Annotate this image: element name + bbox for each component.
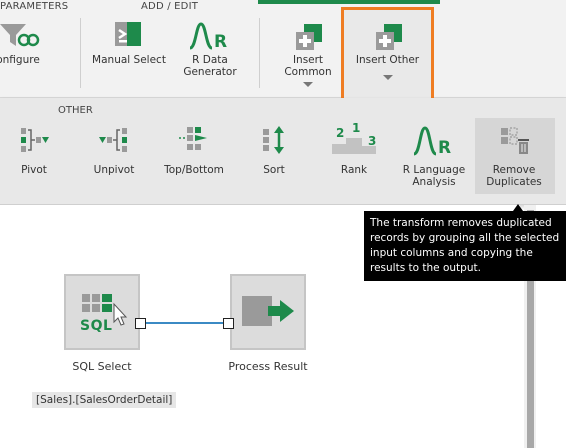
rank-digit-2: 2 (336, 126, 345, 140)
filter-link-icon (0, 24, 40, 47)
other-group-label: OTHER (58, 105, 93, 116)
insert-other-content: Insert Other (344, 14, 431, 80)
sql-select-label: SQL Select (72, 360, 132, 373)
configure-label: onfigure (0, 54, 40, 66)
top-bottom-label: Top/Bottom (164, 164, 224, 176)
insert-other-dropdown-panel: OTHER Pivot Unpivot Top/Bottom Sort Rank… (0, 98, 566, 205)
pivot-icon (21, 128, 49, 152)
chevron-down-icon (303, 82, 313, 87)
r-language-label-2: Analysis (412, 176, 456, 188)
insert-other-label: Insert Other (355, 54, 420, 66)
remove-duplicates-label-1: Remove (492, 164, 536, 176)
unpivot-label: Unpivot (93, 164, 135, 176)
sort-button[interactable]: Sort (238, 120, 310, 176)
group-label-parameters: PARAMETERS (0, 1, 69, 12)
manual-select-label: Manual Select (92, 54, 166, 66)
sql-select-node[interactable]: SQL (64, 274, 140, 350)
ribbon-separator (259, 18, 260, 88)
remove-duplicates-label-2: Duplicates (486, 176, 542, 188)
insert-other-button[interactable]: Insert Other (341, 7, 434, 101)
r-curve-icon: R (413, 126, 451, 156)
insert-common-button[interactable]: Insert Common (275, 14, 341, 87)
unpivot-button[interactable]: Unpivot (78, 120, 150, 176)
r-data-label-1: R Data (192, 54, 228, 66)
svg-text:R: R (214, 32, 227, 50)
r-data-label-2: Generator (183, 66, 237, 78)
output-port[interactable] (135, 318, 146, 329)
sort-arrows-icon (263, 126, 284, 154)
rank-digit-3: 3 (368, 134, 377, 148)
chevron-down-icon (382, 75, 393, 80)
svg-text:R: R (438, 138, 451, 156)
manual-select-button[interactable]: Manual Select (92, 14, 166, 66)
sql-icon-text: SQL (80, 318, 113, 334)
tooltip-arrow (513, 204, 523, 211)
r-language-label-1: R Language (402, 164, 466, 176)
group-label-add-edit: ADD / EDIT (141, 1, 199, 12)
process-result-node[interactable] (230, 274, 306, 350)
remove-duplicates-button[interactable]: Remove Duplicates (478, 120, 550, 188)
r-data-generator-button[interactable]: R R Data Generator (178, 14, 242, 78)
node-connector[interactable] (146, 322, 224, 324)
insert-common-label-1: Insert (292, 54, 324, 66)
r-language-analysis-button[interactable]: R R Language Analysis (398, 120, 470, 188)
insert-plus-icon (296, 24, 322, 50)
r-curve-icon: R (189, 22, 227, 50)
process-result-icon (242, 296, 294, 326)
ribbon-toolbar: PARAMETERS ADD / EDIT onfigure Manual Se… (0, 0, 566, 101)
active-group-strip (258, 0, 440, 4)
input-port[interactable] (223, 318, 234, 329)
pivot-label: Pivot (21, 164, 47, 176)
configure-button[interactable]: onfigure (0, 14, 46, 66)
rank-digit-1: 1 (352, 121, 361, 135)
top-bottom-button[interactable]: Top/Bottom (158, 120, 230, 176)
rank-label: Rank (340, 164, 368, 176)
pivot-button[interactable]: Pivot (0, 120, 70, 176)
process-result-label: Process Result (228, 360, 308, 373)
unpivot-icon (99, 128, 127, 152)
top-bottom-icon (179, 127, 207, 150)
sql-select-icon (82, 294, 128, 326)
ribbon-separator (80, 18, 81, 88)
sql-table-caption: [Sales].[SalesOrderDetail] (32, 392, 177, 408)
remove-duplicates-icon (501, 127, 529, 154)
insert-common-label-2: Common (284, 66, 332, 78)
manual-select-icon (115, 22, 141, 46)
tooltip: The transform removes duplicated records… (364, 211, 566, 281)
insert-plus-icon (375, 24, 402, 50)
sort-label: Sort (263, 164, 285, 176)
